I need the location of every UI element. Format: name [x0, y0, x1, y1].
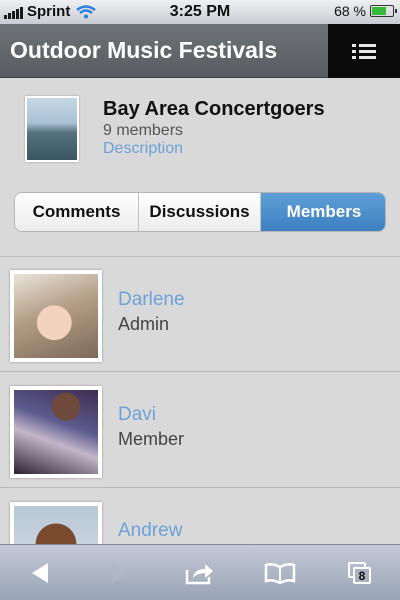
member-role: Admin: [118, 314, 170, 334]
title-bar: Outdoor Music Festivals: [0, 24, 400, 78]
member-avatar[interactable]: [10, 386, 102, 478]
member-name[interactable]: Andrew: [118, 520, 182, 542]
menu-button[interactable]: [328, 24, 400, 78]
battery-percent: 68 %: [334, 3, 366, 19]
back-button[interactable]: [0, 545, 80, 600]
tab-members[interactable]: Members: [261, 193, 385, 231]
page-title: Outdoor Music Festivals: [10, 37, 278, 63]
status-bar: Sprint 3:25 PM 68 %: [0, 0, 400, 24]
description-link[interactable]: Description: [103, 140, 183, 158]
forward-arrow-icon: [112, 562, 128, 583]
share-button[interactable]: [160, 545, 240, 600]
group-header: Bay Area Concertgoers 9 members Descript…: [25, 96, 385, 162]
tab-discussions[interactable]: Discussions: [139, 193, 261, 231]
group-name: Bay Area Concertgoers: [103, 98, 325, 120]
member-role: Member: [118, 429, 185, 449]
group-thumbnail[interactable]: [25, 96, 79, 162]
member-row[interactable]: Darlene Admin: [0, 257, 400, 372]
tab-count: 8: [353, 566, 371, 584]
member-row[interactable]: Davi Member: [0, 373, 400, 488]
share-icon: [185, 563, 213, 584]
segmented-tabs: Comments Discussions Members: [14, 192, 386, 232]
battery-icon: [370, 5, 397, 17]
battery-info: 68 %: [334, 3, 397, 19]
tabs-icon: 8: [348, 561, 372, 584]
bookmarks-button[interactable]: [240, 545, 320, 600]
bookmarks-icon: [264, 562, 296, 584]
browser-toolbar: 8: [0, 544, 400, 600]
member-name[interactable]: Darlene: [118, 289, 185, 311]
member-name[interactable]: Davi: [118, 404, 156, 426]
forward-button[interactable]: [80, 545, 160, 600]
member-avatar[interactable]: [10, 270, 102, 362]
back-arrow-icon: [32, 562, 48, 583]
tabs-button[interactable]: 8: [320, 545, 400, 600]
tab-comments[interactable]: Comments: [15, 193, 139, 231]
list-menu-icon: [352, 41, 376, 62]
member-count: 9 members: [103, 122, 184, 139]
